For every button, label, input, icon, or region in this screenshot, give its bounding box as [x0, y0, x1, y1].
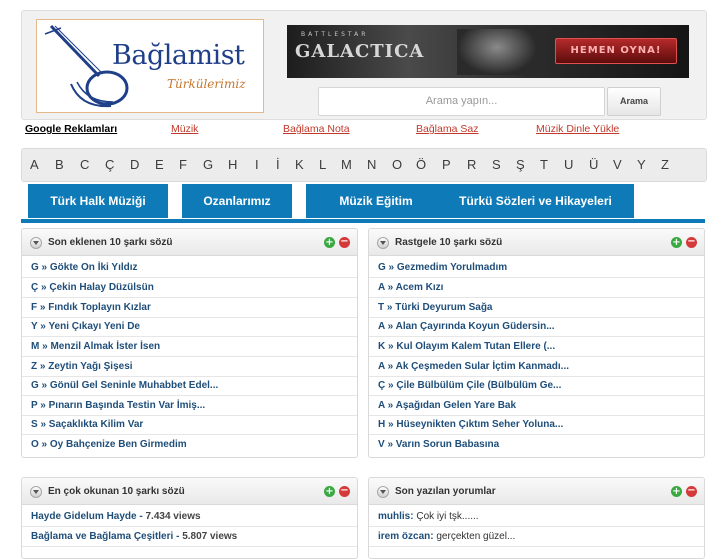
alphabet-letter[interactable]: S	[492, 157, 501, 172]
google-ads-bar: Google Reklamları Müzik Bağlama Nota Bağ…	[21, 123, 705, 139]
alphabet-letter[interactable]: L	[319, 157, 326, 172]
list-item[interactable]: G » Gezmedim Yorulmadım	[369, 258, 704, 278]
remove-icon[interactable]: −	[339, 237, 350, 248]
add-icon[interactable]: +	[324, 237, 335, 248]
list-item[interactable]: T » Türki Deyurum Sağa	[369, 298, 704, 318]
alphabet-letter[interactable]: Ö	[416, 157, 426, 172]
ad-link-muzik[interactable]: Müzik	[171, 123, 198, 135]
alphabet-letter[interactable]: U	[564, 157, 573, 172]
add-icon[interactable]: +	[324, 486, 335, 497]
alphabet-letter[interactable]: K	[295, 157, 304, 172]
banner-play-button[interactable]: HEMEN OYNA!	[555, 38, 677, 64]
panel-header: Son yazılan yorumlar + −	[369, 478, 704, 505]
list-item[interactable]: irem özcan: gerçekten güzel...	[369, 527, 704, 547]
panel-header: Son eklenen 10 şarkı sözü + −	[22, 229, 357, 256]
ads-title[interactable]: Google Reklamları	[25, 123, 117, 135]
alphabet-letter[interactable]: A	[30, 157, 39, 172]
ad-link-muzik-dinle[interactable]: Müzik Dinle Yükle	[536, 123, 619, 135]
alphabet-letter[interactable]: O	[392, 157, 402, 172]
ad-banner[interactable]: BATTLESTAR GALACTICA HEMEN OYNA!	[287, 25, 689, 78]
banner-robot-image	[457, 29, 537, 75]
site-logo[interactable]: Bağlamist Türkülerimiz	[36, 19, 264, 113]
list-item[interactable]: G » Gökte On İki Yıldız	[22, 258, 357, 278]
alphabet-letter[interactable]: B	[55, 157, 64, 172]
list-item[interactable]: H » Hüseynikten Çıktım Seher Yoluna...	[369, 415, 704, 435]
list-item[interactable]: S » Saçaklıkta Kilim Var	[22, 415, 357, 435]
nav-tab-turku-sozleri[interactable]: Türkü Sözleri ve Hikayeleri	[437, 182, 634, 218]
list-item[interactable]: K » Kul Olayım Kalem Tutan Ellere (...	[369, 337, 704, 357]
alphabet-letter[interactable]: Y	[637, 157, 646, 172]
list-item[interactable]: G » Gönül Gel Seninle Muhabbet Edel...	[22, 376, 357, 396]
panel-latest-comments: Son yazılan yorumlar + − muhlis: Çok iyi…	[368, 477, 705, 559]
panel-header: En çok okunan 10 şarkı sözü + −	[22, 478, 357, 505]
search-button[interactable]: Arama	[607, 87, 661, 116]
nav-tab-ozanlarimiz[interactable]: Ozanlarımız	[182, 182, 292, 218]
banner-main-text: GALACTICA	[295, 41, 425, 62]
list-item[interactable]: Hayde Gidelum Hayde - 7.434 views	[22, 507, 357, 527]
list-item[interactable]: V » Varın Sorun Babasına	[369, 435, 704, 454]
alphabet-letter[interactable]: N	[367, 157, 376, 172]
main-nav: Türk Halk Müziği Ozanlarımız Müzik Eğiti…	[21, 182, 705, 223]
list-item[interactable]: Bağlama ve Bağlama Çeşitleri - 5.807 vie…	[22, 527, 357, 547]
alphabet-letter[interactable]: R	[467, 157, 476, 172]
logo-title: Bağlamist	[112, 40, 245, 71]
ad-link-baglama-nota[interactable]: Bağlama Nota	[283, 123, 350, 135]
remove-icon[interactable]: −	[686, 486, 697, 497]
panel-title: Son yazılan yorumlar	[395, 486, 496, 497]
collapse-icon[interactable]	[377, 486, 389, 498]
panel-title: En çok okunan 10 şarkı sözü	[48, 486, 185, 497]
list-item[interactable]: Y » Yeni Çıkayı Yeni De	[22, 317, 357, 337]
list-item[interactable]: Z » Zeytin Yağı Şişesi	[22, 357, 357, 377]
alphabet-letter[interactable]: İ	[276, 157, 280, 172]
list-item[interactable]: Ç » Çekin Halay Düzülsün	[22, 278, 357, 298]
remove-icon[interactable]: −	[686, 237, 697, 248]
logo-subtitle: Türkülerimiz	[167, 77, 246, 91]
banner-top-text: BATTLESTAR	[301, 31, 369, 38]
collapse-icon[interactable]	[377, 237, 389, 249]
alphabet-letter[interactable]: Ş	[516, 157, 525, 172]
alphabet-letter[interactable]: E	[155, 157, 164, 172]
alphabet-bar: A B C Ç D E F G H I İ K L M N O Ö P R S …	[21, 148, 707, 182]
alphabet-letter[interactable]: I	[255, 157, 259, 172]
panel-latest-songs: Son eklenen 10 şarkı sözü + − G » Gökte …	[21, 228, 358, 458]
alphabet-letter[interactable]: H	[228, 157, 237, 172]
list-item[interactable]: A » Alan Çayırında Koyun Güdersin...	[369, 317, 704, 337]
alphabet-letter[interactable]: M	[341, 157, 352, 172]
alphabet-letter[interactable]: C	[80, 157, 89, 172]
list-item[interactable]: F » Fındık Toplayın Kızlar	[22, 298, 357, 318]
list-item[interactable]: O » Oy Bahçenize Ben Girmedim	[22, 435, 357, 454]
panel-title: Rastgele 10 şarkı sözü	[395, 237, 503, 248]
alphabet-letter[interactable]: G	[203, 157, 213, 172]
alphabet-letter[interactable]: Ç	[105, 157, 114, 172]
panel-title: Son eklenen 10 şarkı sözü	[48, 237, 173, 248]
alphabet-letter[interactable]: T	[540, 157, 548, 172]
panel-header: Rastgele 10 şarkı sözü + −	[369, 229, 704, 256]
alphabet-letter[interactable]: Z	[661, 157, 669, 172]
search-input[interactable]: Arama yapın...	[318, 87, 605, 116]
collapse-icon[interactable]	[30, 486, 42, 498]
list-item[interactable]: A » Acem Kızı	[369, 278, 704, 298]
panel-most-read: En çok okunan 10 şarkı sözü + − Hayde Gi…	[21, 477, 358, 559]
alphabet-letter[interactable]: D	[130, 157, 139, 172]
remove-icon[interactable]: −	[339, 486, 350, 497]
ad-link-baglama-saz[interactable]: Bağlama Saz	[416, 123, 478, 135]
alphabet-letter[interactable]: F	[179, 157, 187, 172]
list-item[interactable]: Ç » Çile Bülbülüm Çile (Bülbülüm Ge...	[369, 376, 704, 396]
list-item[interactable]: muhlis: Çok iyi tşk......	[369, 507, 704, 527]
list-item[interactable]: A » Aşağıdan Gelen Yare Bak	[369, 396, 704, 416]
add-icon[interactable]: +	[671, 486, 682, 497]
alphabet-letter[interactable]: V	[613, 157, 622, 172]
nav-tab-turk-halk-muzigi[interactable]: Türk Halk Müziği	[28, 182, 168, 218]
list-item[interactable]: M » Menzil Almak İster İsen	[22, 337, 357, 357]
add-icon[interactable]: +	[671, 237, 682, 248]
list-item[interactable]: P » Pınarın Başında Testin Var İmiş...	[22, 396, 357, 416]
header: Bağlamist Türkülerimiz BATTLESTAR GALACT…	[21, 10, 707, 120]
alphabet-letter[interactable]: Ü	[589, 157, 598, 172]
panel-random-songs: Rastgele 10 şarkı sözü + − G » Gezmedim …	[368, 228, 705, 458]
collapse-icon[interactable]	[30, 237, 42, 249]
alphabet-letter[interactable]: P	[442, 157, 451, 172]
nav-tab-muzik-egitim[interactable]: Müzik Eğitim	[306, 182, 446, 218]
list-item[interactable]: A » Ak Çeşmeden Sular İçtim Kanmadı...	[369, 357, 704, 377]
